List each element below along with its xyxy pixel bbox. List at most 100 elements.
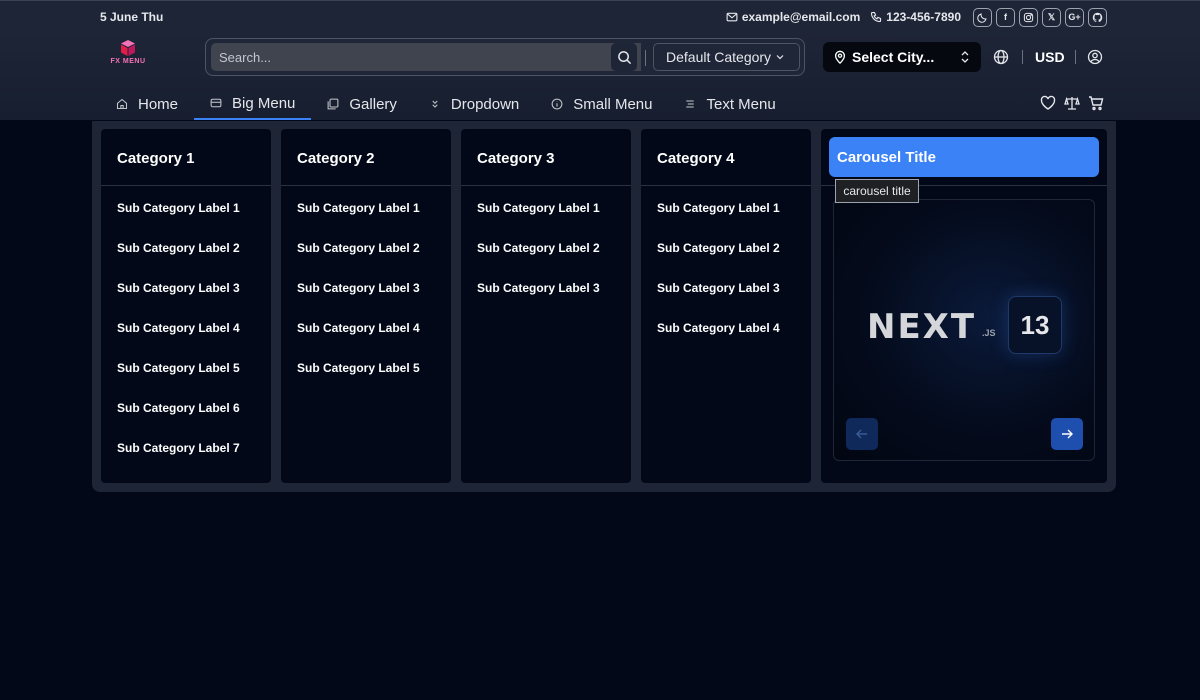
header-divider: [1022, 50, 1023, 64]
subcategory-link[interactable]: Sub Category Label 4: [281, 310, 451, 350]
top-bar: 5 June Thu example@email.com 123-456-789…: [0, 0, 1200, 33]
x-icon: 𝕏: [1047, 11, 1056, 22]
carousel-prev-button[interactable]: [846, 418, 878, 450]
currency-select[interactable]: USD: [1035, 49, 1065, 65]
nav-label: Big Menu: [232, 94, 296, 112]
logo-text: FX MENU: [110, 58, 146, 65]
subcategory-link[interactable]: Sub Category Label 3: [461, 270, 631, 310]
main-header: FX MENU Default Category Select City... …: [0, 33, 1200, 120]
subcategory-link[interactable]: Sub Category Label 2: [461, 230, 631, 270]
cart-icon[interactable]: [1088, 95, 1104, 111]
moon-icon: [977, 12, 987, 23]
heart-icon[interactable]: [1040, 95, 1056, 111]
subcategory-link[interactable]: Sub Category Label 3: [641, 270, 811, 310]
subcategory-link[interactable]: Sub Category Label 2: [281, 230, 451, 270]
info-icon: [551, 98, 563, 110]
nav-label: Dropdown: [450, 95, 520, 113]
nav-actions: [1040, 95, 1104, 111]
contact-bar: example@email.com 123-456-7890 f 𝕏 G+: [726, 6, 1107, 28]
nav-item-small-menu[interactable]: Small Menu: [535, 88, 668, 120]
nav-item-text-menu[interactable]: Text Menu: [668, 88, 791, 120]
nextjs-logo-suffix: .JS: [982, 328, 996, 338]
social-links: f 𝕏 G+: [973, 7, 1107, 27]
brand-logo[interactable]: FX MENU: [105, 39, 151, 69]
user-icon[interactable]: [1087, 49, 1103, 65]
category-title[interactable]: Category 1: [101, 129, 271, 186]
arrow-left-icon: [856, 429, 867, 439]
x-button[interactable]: 𝕏: [1042, 7, 1061, 27]
search-icon: [617, 50, 631, 64]
menu-card-icon: [210, 98, 222, 108]
subcategory-link[interactable]: Sub Category Label 5: [281, 350, 451, 390]
nav-item-home[interactable]: Home: [100, 88, 194, 120]
category-title[interactable]: Category 2: [281, 129, 451, 186]
subcategory-link[interactable]: Sub Category Label 4: [641, 310, 811, 350]
nextjs-logo: NEXT: [867, 307, 977, 347]
search-bar: Default Category: [205, 38, 805, 76]
email-link[interactable]: example@email.com: [726, 10, 860, 24]
compare-scale-icon[interactable]: [1064, 95, 1080, 111]
category-title[interactable]: Category 3: [461, 129, 631, 186]
subcategory-link[interactable]: Sub Category Label 7: [101, 430, 271, 470]
nav-label: Home: [138, 95, 179, 113]
nav-label: Gallery: [349, 95, 397, 113]
subcategory-link[interactable]: Sub Category Label 1: [641, 190, 811, 230]
category-column: Category 1 Sub Category Label 1 Sub Cate…: [101, 129, 271, 483]
github-button[interactable]: [1088, 7, 1107, 27]
header-divider: [1075, 50, 1076, 64]
search-button[interactable]: [611, 43, 637, 71]
subcategory-link[interactable]: Sub Category Label 1: [461, 190, 631, 230]
globe-icon[interactable]: [993, 49, 1009, 65]
mail-icon: [726, 12, 738, 22]
nav-item-big-menu[interactable]: Big Menu: [194, 88, 312, 120]
city-select[interactable]: Select City...: [823, 42, 981, 72]
carousel-title[interactable]: Carousel Title: [829, 137, 1099, 177]
main-nav: Home Big Menu Gallery Dropdown Small Men…: [100, 88, 792, 120]
subcategory-link[interactable]: Sub Category Label 1: [101, 190, 271, 230]
email-text: example@email.com: [741, 10, 861, 24]
category-select-value: Default Category: [666, 49, 772, 65]
facebook-icon: f: [1004, 12, 1007, 22]
carousel-slide[interactable]: NEXT .JS 13: [833, 199, 1095, 461]
city-select-value: Select City...: [852, 49, 935, 65]
search-input[interactable]: [211, 43, 641, 71]
subcategory-link[interactable]: Sub Category Label 2: [641, 230, 811, 270]
phone-link[interactable]: 123-456-7890: [870, 10, 961, 24]
subcategory-link[interactable]: Sub Category Label 5: [101, 350, 271, 390]
category-column: Category 2 Sub Category Label 1 Sub Cate…: [281, 129, 451, 483]
subcategory-link[interactable]: Sub Category Label 3: [281, 270, 451, 310]
location-pin-icon: [834, 50, 846, 64]
instagram-button[interactable]: [1019, 7, 1038, 27]
subcategory-link[interactable]: Sub Category Label 1: [281, 190, 451, 230]
home-icon: [116, 98, 128, 110]
nav-label: Small Menu: [573, 95, 653, 113]
logo-icon: [121, 40, 135, 56]
google-plus-icon: G+: [1068, 12, 1081, 22]
chevron-down-icon: [776, 55, 784, 60]
category-column: Category 3 Sub Category Label 1 Sub Cate…: [461, 129, 631, 483]
gallery-icon: [327, 98, 339, 110]
chevrons-icon: [432, 100, 438, 108]
text-lines-icon: [686, 100, 695, 108]
phone-text: 123-456-7890: [886, 10, 961, 24]
subcategory-link[interactable]: Sub Category Label 3: [101, 270, 271, 310]
google-plus-button[interactable]: G+: [1065, 7, 1084, 27]
subcategory-link[interactable]: Sub Category Label 2: [101, 230, 271, 270]
category-column: Category 4 Sub Category Label 1 Sub Cate…: [641, 129, 811, 483]
nav-item-dropdown[interactable]: Dropdown: [413, 88, 535, 120]
chevron-up-down-icon: [961, 51, 969, 63]
category-title[interactable]: Category 4: [641, 129, 811, 186]
github-icon: [1092, 12, 1103, 22]
subcategory-link[interactable]: Sub Category Label 4: [101, 310, 271, 350]
instagram-icon: [1023, 12, 1034, 22]
phone-icon: [871, 11, 882, 23]
nav-label: Text Menu: [706, 95, 776, 113]
mega-menu-panel: Category 1 Sub Category Label 1 Sub Cate…: [92, 121, 1116, 492]
facebook-button[interactable]: f: [996, 7, 1015, 27]
category-select[interactable]: Default Category: [653, 43, 800, 71]
nav-item-gallery[interactable]: Gallery: [311, 88, 413, 120]
theme-toggle-button[interactable]: [973, 7, 992, 27]
version-badge: 13: [1008, 296, 1062, 354]
carousel-next-button[interactable]: [1051, 418, 1083, 450]
subcategory-link[interactable]: Sub Category Label 6: [101, 390, 271, 430]
